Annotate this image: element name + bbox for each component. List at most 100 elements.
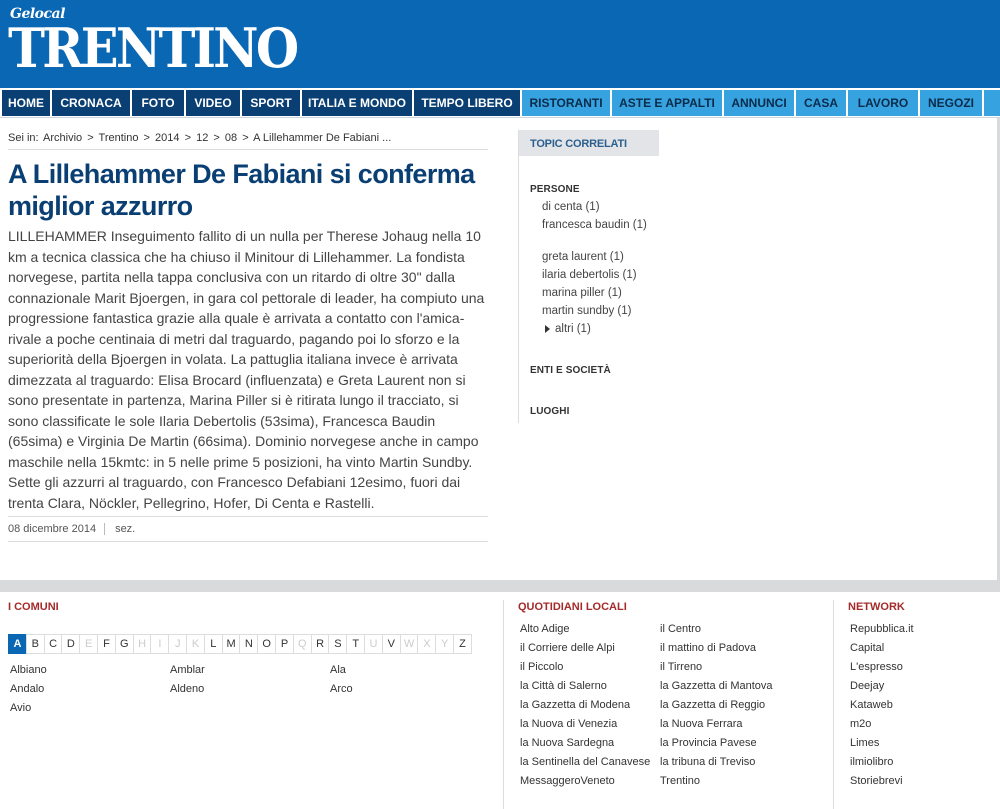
altri-link[interactable]: altri (1) xyxy=(545,321,657,338)
topic-item[interactable]: di centa (1) xyxy=(542,199,654,216)
letter-filter-d[interactable]: D xyxy=(61,634,81,654)
letter-filter-b[interactable]: B xyxy=(25,634,45,654)
quotidiano-link[interactable]: il mattino di Padova xyxy=(660,641,756,655)
nav-item-aste-e-appalti[interactable]: ASTE E APPALTI xyxy=(612,90,722,116)
network-link[interactable]: Limes xyxy=(850,736,879,750)
nav-item-cronaca[interactable]: CRONACA xyxy=(52,90,130,116)
topic-item[interactable]: martin sundby (1) xyxy=(542,303,654,320)
network-link[interactable]: Deejay xyxy=(850,679,884,693)
quotidiano-link[interactable]: Alto Adige xyxy=(520,622,570,636)
topic-item[interactable]: marina piller (1) xyxy=(542,285,654,302)
breadcrumb-day[interactable]: 08 xyxy=(225,132,237,144)
letter-filter-u: U xyxy=(364,634,383,654)
site-header: Gelocal TRENTINO xyxy=(0,0,1000,88)
topic-item[interactable]: greta laurent (1) xyxy=(542,249,654,266)
letter-filter-z[interactable]: Z xyxy=(453,634,472,654)
letter-filter-o[interactable]: O xyxy=(257,634,277,654)
article-title: A Lillehammer De Fabiani si conferma mig… xyxy=(8,159,475,221)
breadcrumb-separator: > xyxy=(184,132,192,144)
nav-item-home[interactable]: HOME xyxy=(2,90,50,116)
comune-link[interactable]: Andalo xyxy=(10,682,44,696)
letter-filter-p[interactable]: P xyxy=(275,634,294,654)
breadcrumb-current: A Lillehammer De Fabiani ... xyxy=(253,132,392,144)
letter-filter-e: E xyxy=(79,634,99,654)
comune-link[interactable]: Amblar xyxy=(170,663,205,677)
topic-correlati-header: TOPIC CORRELATI xyxy=(519,130,659,156)
quotidiano-link[interactable]: la Nuova Ferrara xyxy=(660,717,743,731)
quotidiano-link[interactable]: MessaggeroVeneto xyxy=(520,774,615,788)
nav-item-sport[interactable]: SPORT xyxy=(242,90,300,116)
network-link[interactable]: ilmiolibro xyxy=(850,755,893,769)
letter-filter-g[interactable]: G xyxy=(114,634,134,654)
article-body: LILLEHAMMER Inseguimento fallito di un n… xyxy=(8,228,485,511)
expand-triangle-icon xyxy=(545,324,550,333)
letter-filter-k: K xyxy=(186,634,205,654)
trentino-logo[interactable]: TRENTINO xyxy=(8,18,299,78)
letter-filter-a[interactable]: A xyxy=(8,634,27,654)
network-link[interactable]: Repubblica.it xyxy=(850,622,914,636)
quotidiano-link[interactable]: il Centro xyxy=(660,622,701,636)
letter-filter-x: X xyxy=(417,634,437,654)
network-link[interactable]: Kataweb xyxy=(850,698,893,712)
letter-filter-c[interactable]: C xyxy=(43,634,63,654)
breadcrumb-archivio[interactable]: Archivio xyxy=(43,132,82,144)
network-link[interactable]: L'espresso xyxy=(850,660,903,674)
network-link[interactable]: Storiebrevi xyxy=(850,774,903,788)
enti-label[interactable]: ENTI E SOCIETÀ xyxy=(530,365,611,376)
letter-filter-r[interactable]: R xyxy=(310,634,330,654)
letter-filter-s[interactable]: S xyxy=(328,634,348,654)
letter-filter-m[interactable]: M xyxy=(221,634,241,654)
comune-link[interactable]: Aldeno xyxy=(170,682,204,696)
letter-filter-v[interactable]: V xyxy=(381,634,401,654)
comune-link[interactable]: Albiano xyxy=(10,663,47,677)
nav-item-annunci[interactable]: ANNUNCI xyxy=(724,90,794,116)
network-link[interactable]: m2o xyxy=(850,717,871,731)
letter-filter-j: J xyxy=(168,634,188,654)
network-link[interactable]: Capital xyxy=(850,641,884,655)
nav-item-casa[interactable]: CASA xyxy=(796,90,846,116)
quotidiano-link[interactable]: il Piccolo xyxy=(520,660,563,674)
comune-link[interactable]: Avio xyxy=(10,701,31,715)
quotidiano-link[interactable]: la Città di Salerno xyxy=(520,679,607,693)
quotidiano-link[interactable]: la Nuova Sardegna xyxy=(520,736,614,750)
breadcrumb-trentino[interactable]: Trentino xyxy=(99,132,139,144)
nav-item-foto[interactable]: FOTO xyxy=(132,90,184,116)
comune-link[interactable]: Arco xyxy=(330,682,353,696)
nav-item-lavoro[interactable]: LAVORO xyxy=(848,90,918,116)
quotidiano-link[interactable]: la Gazzetta di Modena xyxy=(520,698,630,712)
quotidiani-title: QUOTIDIANI LOCALI xyxy=(518,601,627,613)
luoghi-label[interactable]: LUOGHI xyxy=(530,406,570,417)
quotidiano-link[interactable]: Trentino xyxy=(660,774,700,788)
breadcrumb-year[interactable]: 2014 xyxy=(155,132,179,144)
quotidiano-link[interactable]: la tribuna di Treviso xyxy=(660,755,755,769)
quotidiano-link[interactable]: la Gazzetta di Reggio xyxy=(660,698,765,712)
nav-item-italia-e-mondo[interactable]: ITALIA E MONDO xyxy=(302,90,412,116)
breadcrumb-month[interactable]: 12 xyxy=(196,132,208,144)
quotidiano-link[interactable]: la Nuova di Venezia xyxy=(520,717,617,731)
comuni-title: I COMUNI xyxy=(8,601,59,613)
nav-item-video[interactable]: VIDEO xyxy=(186,90,240,116)
topic-item[interactable]: francesca baudin (1) xyxy=(542,217,654,234)
letter-filter-i: I xyxy=(150,634,170,654)
comune-link[interactable]: Ala xyxy=(330,663,346,677)
letter-filter-l[interactable]: L xyxy=(203,634,223,654)
main-navigation: HOME CRONACA FOTO VIDEO SPORT ITALIA E M… xyxy=(0,88,1000,118)
quotidiano-link[interactable]: la Gazzetta di Mantova xyxy=(660,679,773,693)
altri-label: altri (1) xyxy=(555,323,591,335)
letter-filter-t[interactable]: T xyxy=(346,634,366,654)
quotidiano-link[interactable]: il Tirreno xyxy=(660,660,702,674)
nav-item-ristoranti[interactable]: RISTORANTI xyxy=(522,90,610,116)
topic-item[interactable]: ilaria debertolis (1) xyxy=(542,267,654,284)
quotidiano-link[interactable]: il Corriere delle Alpi xyxy=(520,641,615,655)
letter-filter-f[interactable]: F xyxy=(97,634,116,654)
quotidiano-link[interactable]: la Provincia Pavese xyxy=(660,736,757,750)
footer-divider-bar xyxy=(0,580,1000,592)
letter-filter-n[interactable]: N xyxy=(239,634,259,654)
letter-filter-q: Q xyxy=(292,634,312,654)
nav-item-negozi[interactable]: NEGOZI xyxy=(920,90,982,116)
quotidiano-link[interactable]: la Sentinella del Canavese xyxy=(520,755,650,769)
nav-item-overflow[interactable] xyxy=(984,90,1000,116)
letter-filter-y: Y xyxy=(435,634,455,654)
nav-item-tempo-libero[interactable]: TEMPO LIBERO xyxy=(414,90,520,116)
article-section[interactable]: sez. xyxy=(115,523,135,535)
